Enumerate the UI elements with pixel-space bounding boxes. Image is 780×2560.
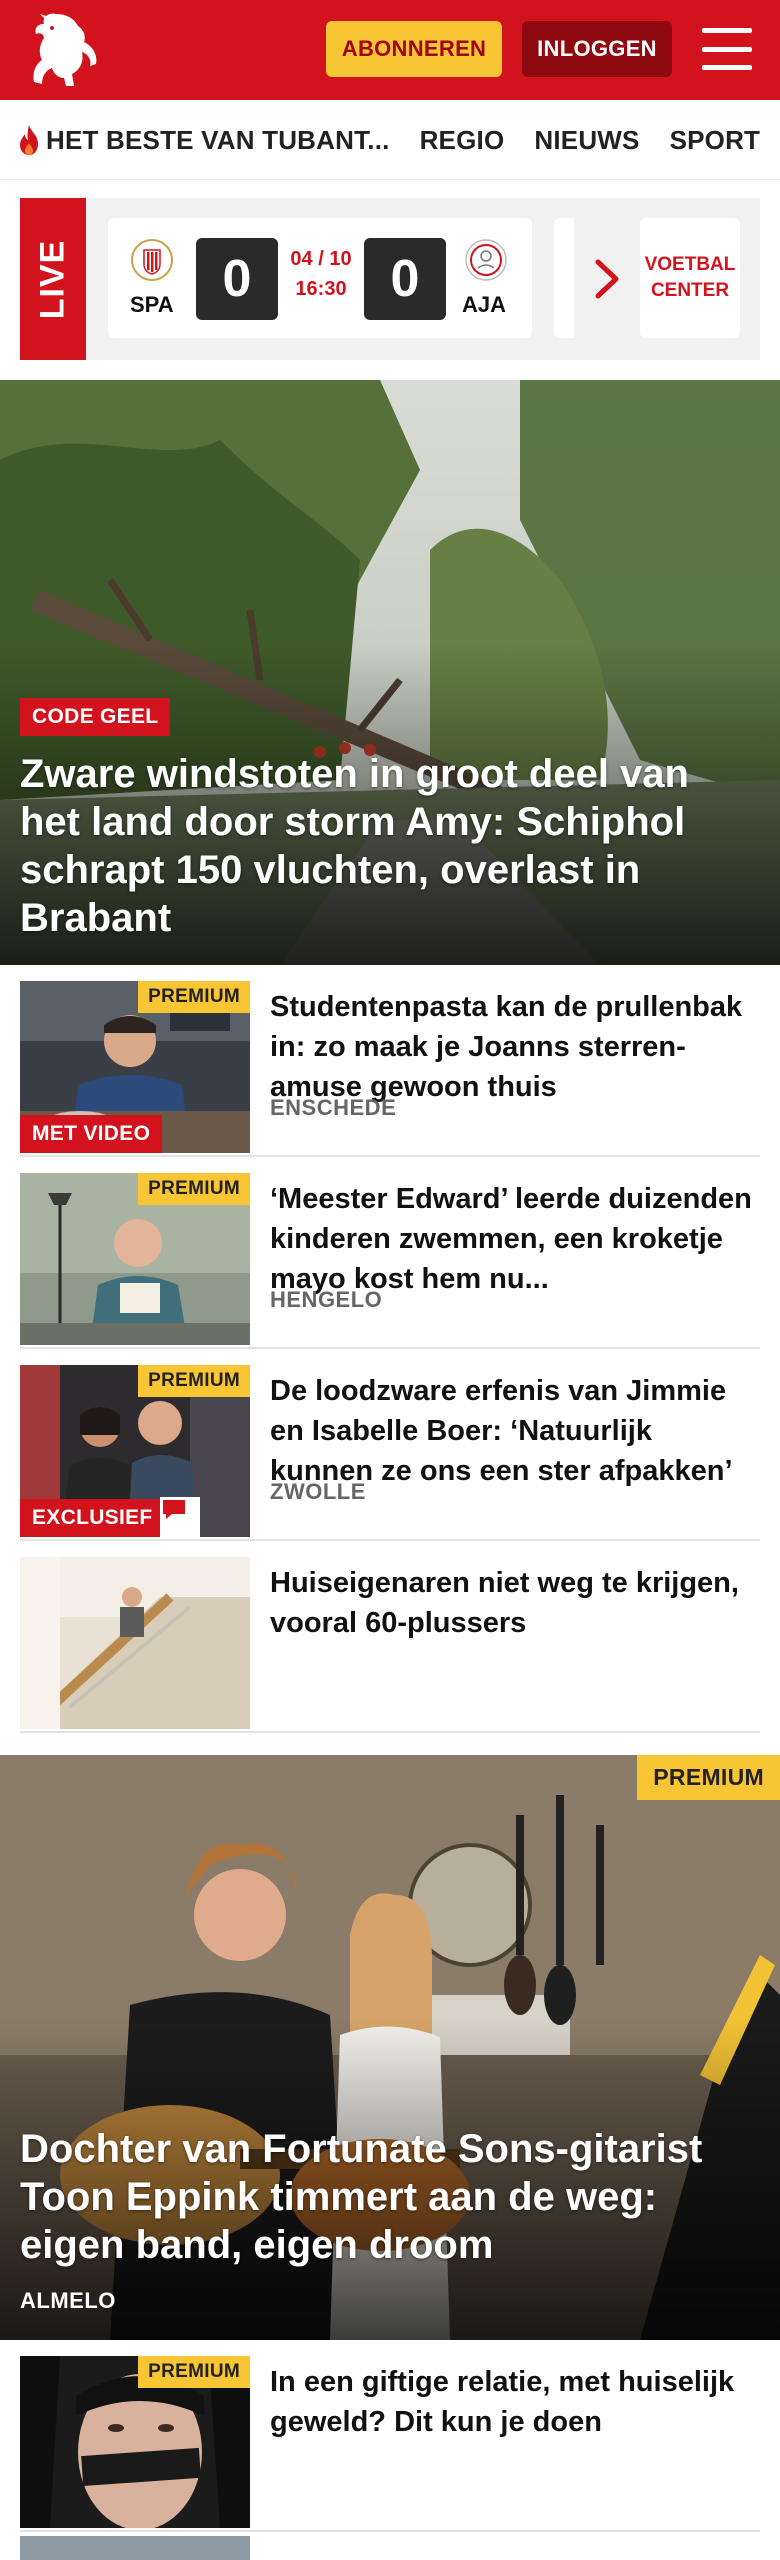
match-date: 04 / 10 <box>290 248 352 270</box>
nav-item-sport[interactable]: SPORT <box>670 125 761 156</box>
article-location: ZWOLLE <box>270 1479 366 1504</box>
article-location: HENGELO <box>270 1287 383 1312</box>
list-item[interactable]: Huiseigenaren niet weg te krijgen, voora… <box>20 1541 760 1733</box>
hero-article[interactable]: CODE GEEL Zware windstoten in groot deel… <box>0 380 780 965</box>
article-title[interactable]: Studentenpasta kan de prullenbak in: zo … <box>270 987 760 1107</box>
article-title[interactable]: Huiseigenaren niet weg te krijgen, voora… <box>270 1563 760 1643</box>
away-team: AJA <box>462 292 507 317</box>
premium-badge: PREMIUM <box>138 1173 250 1205</box>
login-button[interactable]: INLOGGEN <box>522 21 672 77</box>
next-match-card[interactable] <box>554 218 574 338</box>
hero-tag: CODE GEEL <box>20 698 171 736</box>
live-scores-bar: LIVE SPA 0 04 / 10 16:30 0 AJA VOETBAL C… <box>20 198 760 360</box>
exclusive-badge: EXCLUSIEF <box>20 1499 165 1537</box>
article-thumbnail: PREMIUM EXCLUSIEF <box>20 1365 250 1537</box>
stairlift-photo <box>20 1557 250 1729</box>
comment-icon <box>160 1497 200 1537</box>
premium-badge: PREMIUM <box>637 1755 780 1800</box>
away-score: 0 <box>364 238 446 320</box>
premium-badge: PREMIUM <box>138 981 250 1013</box>
twente-horse-logo-icon[interactable] <box>18 8 108 92</box>
live-label: LIVE <box>20 198 86 360</box>
voetbal-center-button[interactable]: VOETBAL CENTER <box>640 218 740 338</box>
nav-item-regio[interactable]: REGIO <box>420 125 505 156</box>
home-team: SPA <box>130 292 174 317</box>
article-thumbnail <box>20 1557 250 1729</box>
sparta-crest-icon <box>131 239 173 281</box>
video-badge: MET VIDEO <box>20 1115 163 1153</box>
list-item[interactable]: PREMIUM In een giftige relatie, met huis… <box>20 2340 760 2532</box>
next-article-thumbnail[interactable] <box>20 2536 250 2560</box>
nav-item-best-of[interactable]: HET BESTE VAN TUBANT... <box>16 123 390 157</box>
article-title[interactable]: De loodzware erfenis van Jimmie en Isabe… <box>270 1371 760 1491</box>
article-location: ENSCHEDE <box>270 1095 397 1120</box>
article-thumbnail: PREMIUM <box>20 2356 250 2528</box>
article-title[interactable]: ‘Meester Edward’ leerde duizenden kinder… <box>270 1179 760 1299</box>
list-item[interactable]: PREMIUM EXCLUSIEF De loodzware erfenis v… <box>20 1349 760 1541</box>
flame-icon <box>20 125 38 155</box>
premium-badge: PREMIUM <box>138 1365 250 1397</box>
ajax-crest-icon <box>465 239 507 281</box>
list-item[interactable]: PREMIUM ‘Meester Edward’ leerde duizende… <box>20 1157 760 1349</box>
home-score: 0 <box>196 238 278 320</box>
chevron-right-icon[interactable] <box>590 256 624 302</box>
nav-item-nieuws[interactable]: NIEUWS <box>534 125 639 156</box>
site-header: ABONNEREN INLOGGEN <box>0 0 780 100</box>
article-title[interactable]: In een giftige relatie, met huiselijk ge… <box>270 2362 760 2442</box>
feature-article[interactable]: PREMIUM Dochter van Fortunate Sons-gitar… <box>0 1755 780 2340</box>
feature-title[interactable]: Dochter van Fortunate Sons-gitarist Toon… <box>20 2125 760 2269</box>
hero-title[interactable]: Zware windstoten in groot deel van het l… <box>20 750 750 942</box>
hamburger-menu-icon[interactable] <box>700 24 754 74</box>
match-card[interactable]: SPA 0 04 / 10 16:30 0 AJA <box>108 218 532 338</box>
list-item[interactable]: PREMIUM MET VIDEO Studentenpasta kan de … <box>20 965 760 1157</box>
article-thumbnail: PREMIUM MET VIDEO <box>20 981 250 1153</box>
feature-location: ALMELO <box>20 2288 116 2313</box>
premium-badge: PREMIUM <box>138 2356 250 2388</box>
match-time: 16:30 <box>295 278 347 300</box>
article-thumbnail: PREMIUM <box>20 1173 250 1345</box>
match-datetime: 04 / 10 16:30 <box>283 244 359 304</box>
section-nav: HET BESTE VAN TUBANT... REGIO NIEUWS SPO… <box>0 100 780 180</box>
subscribe-button[interactable]: ABONNEREN <box>326 21 502 77</box>
